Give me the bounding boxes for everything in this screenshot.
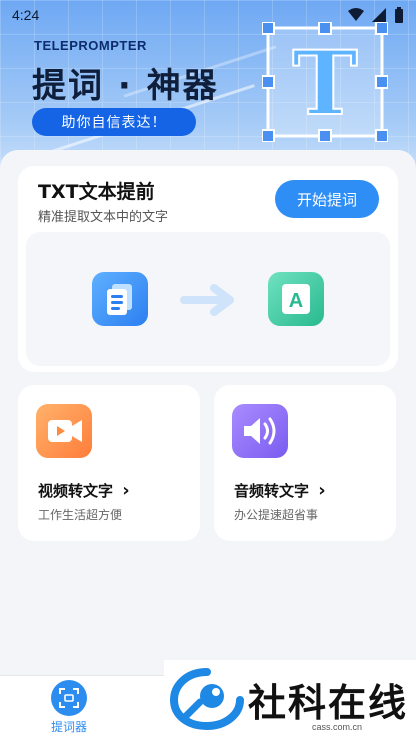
chevron-right-icon: ›: [318, 480, 326, 501]
arrow-right-icon: [180, 284, 234, 316]
txt-card-title: TXT文本提前: [38, 181, 155, 203]
scan-frame-icon: [51, 680, 87, 716]
slogan-badge: 助你自信表达！: [32, 108, 196, 136]
battery-icon: [395, 7, 403, 23]
audio-to-text-title: 音频转文字 ›: [234, 480, 326, 501]
result-letter: A: [289, 290, 303, 312]
status-time: 4:24: [12, 7, 40, 23]
watermark-logo-icon: [170, 668, 244, 730]
brand-english: TELEPROMPTER: [34, 38, 147, 53]
nav-item-prompter[interactable]: 提词器: [46, 680, 92, 735]
audio-to-text-subtitle: 办公提速超省事: [234, 508, 319, 522]
t-logo-icon: T: [262, 22, 388, 142]
video-to-text-title: 视频转文字 ›: [38, 480, 130, 501]
nav-label-prompter: 提词器: [50, 720, 87, 734]
video-to-text-subtitle: 工作生活超方便: [38, 508, 123, 522]
video-camera-icon: [36, 404, 92, 458]
watermark-url: cass.com.cn: [312, 722, 363, 732]
wifi-icon: [348, 8, 364, 21]
speaker-icon: [232, 404, 288, 458]
document-icon: [92, 272, 148, 326]
txt-card-subtitle: 精准提取文本中的文字: [38, 210, 169, 225]
text-result-icon: A: [268, 272, 324, 326]
start-prompt-button[interactable]: 开始提词: [275, 180, 379, 218]
logo-letter: T: [292, 31, 357, 135]
chevron-right-icon: ›: [122, 480, 130, 501]
signal-icon: [372, 8, 386, 22]
watermark-text: 社科在线: [248, 681, 409, 725]
brand-title: 提词 · 神器: [32, 66, 219, 106]
